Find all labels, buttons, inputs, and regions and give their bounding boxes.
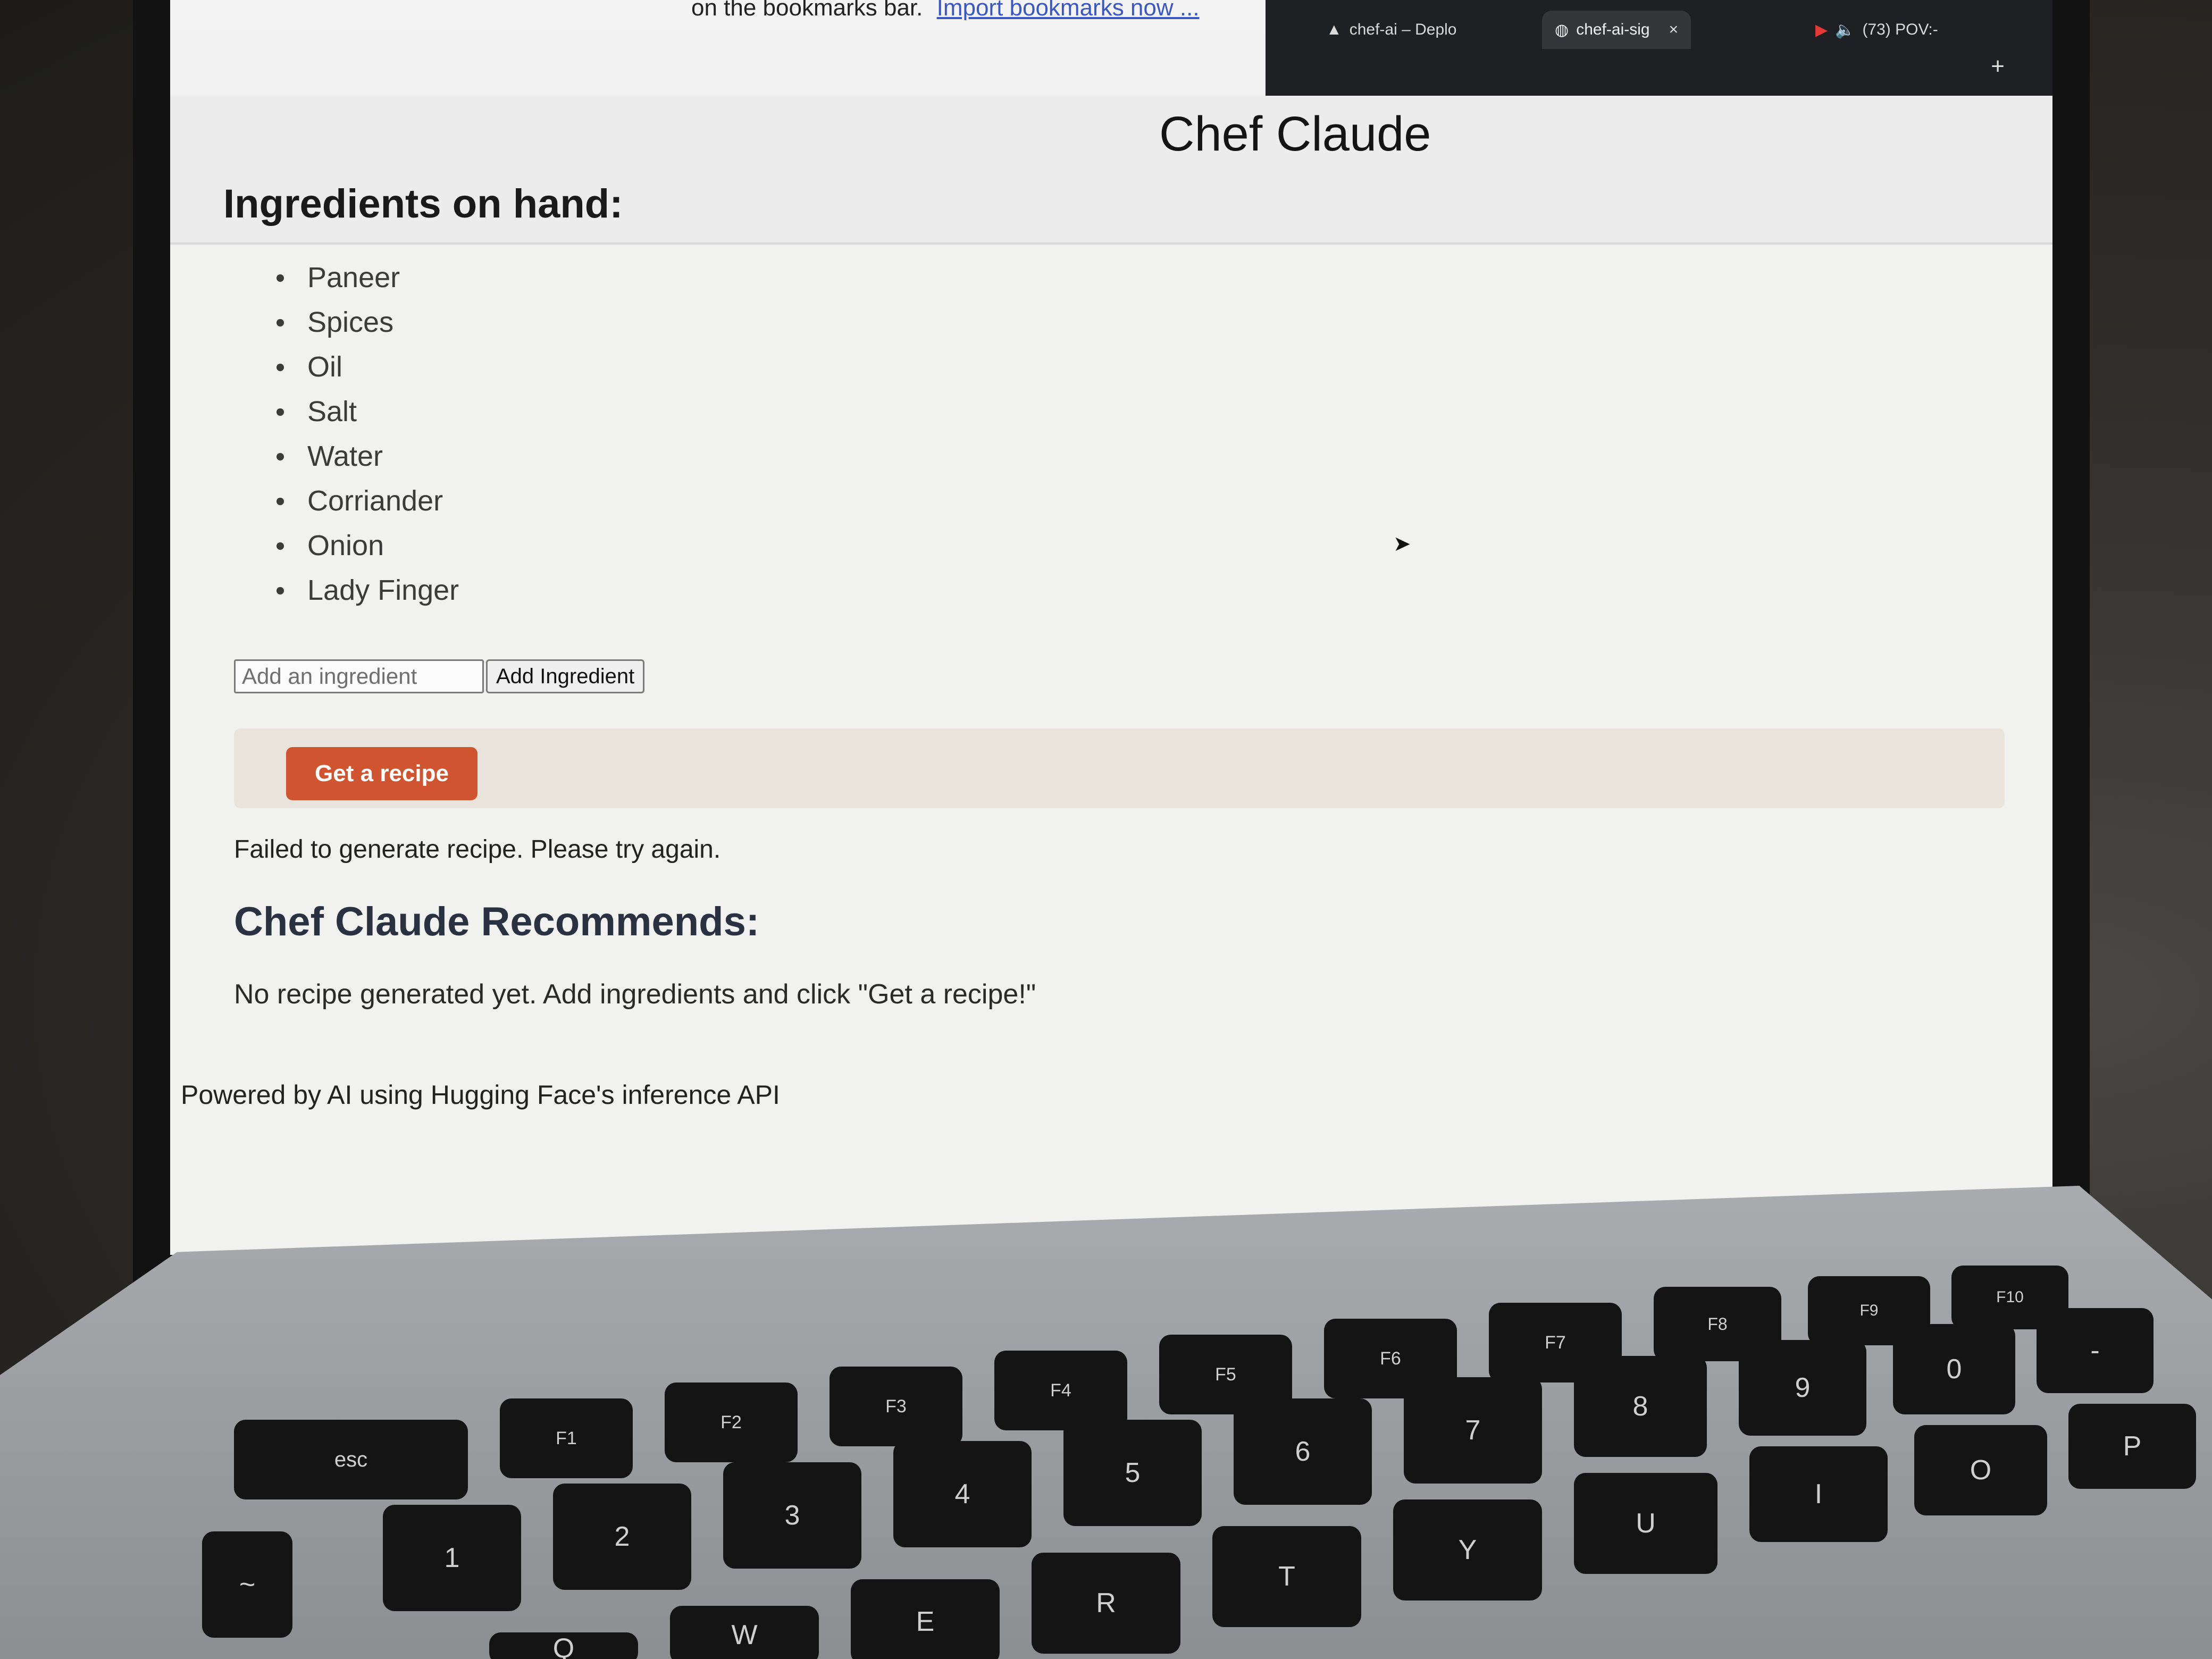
- key-e: E: [851, 1579, 1000, 1659]
- key-w: W: [670, 1606, 819, 1659]
- list-item: Onion: [276, 523, 459, 568]
- list-item: Spices: [276, 300, 459, 345]
- photo-background: on the bookmarks bar. Import bookmarks n…: [0, 0, 2212, 1659]
- recommends-heading: Chef Claude Recommends:: [234, 899, 760, 944]
- key-q: Q: [489, 1632, 638, 1659]
- keyboard: esc F1 F2 F3 F4 F5 F6 F7 F8 F9 F10 ~ 1 2…: [170, 1266, 2212, 1659]
- list-item: Salt: [276, 389, 459, 434]
- tab-youtube[interactable]: ▶ 🔈 (73) POV:-: [1803, 11, 1951, 49]
- key-f4: F4: [994, 1351, 1127, 1430]
- web-page: Chef Claude Ingredients on hand: Paneer …: [170, 96, 2052, 1255]
- tab-chef-ai-active[interactable]: ◍ chef-ai-sig ×: [1542, 11, 1691, 49]
- key-4: 4: [893, 1441, 1032, 1547]
- key-p: P: [2068, 1404, 2196, 1489]
- key-r: R: [1032, 1553, 1180, 1654]
- key-i: I: [1749, 1446, 1888, 1542]
- footer-text: Powered by AI using Hugging Face's infer…: [181, 1080, 780, 1110]
- tab-label: (73) POV:-: [1862, 21, 1938, 38]
- speaker-icon: 🔈: [1835, 21, 1855, 39]
- site-title: Chef Claude: [1159, 107, 1431, 161]
- tab-chef-ai-deploy[interactable]: ▲ chef-ai – Deplo: [1313, 11, 1470, 49]
- youtube-icon: ▶: [1815, 21, 1828, 39]
- key-8: 8: [1574, 1356, 1707, 1457]
- ingredients-list: Paneer Spices Oil Salt Water Corriander …: [276, 255, 459, 613]
- key-0: 0: [1893, 1324, 2015, 1414]
- bookmarks-bar-text: on the bookmarks bar.: [691, 0, 923, 21]
- tab-label: chef-ai-sig: [1576, 21, 1650, 38]
- globe-icon: ◍: [1555, 21, 1569, 39]
- key-2: 2: [553, 1484, 691, 1590]
- key-3: 3: [723, 1462, 861, 1569]
- get-recipe-container: [234, 728, 2005, 808]
- key-y: Y: [1393, 1499, 1542, 1601]
- list-item: Paneer: [276, 255, 459, 300]
- tab-label: chef-ai – Deplo: [1349, 21, 1457, 38]
- key-esc: esc: [234, 1420, 468, 1499]
- key-6: 6: [1234, 1398, 1372, 1505]
- list-item: Water: [276, 434, 459, 479]
- error-message: Failed to generate recipe. Please try ag…: [234, 835, 721, 864]
- list-item: Corriander: [276, 479, 459, 523]
- key-1: 1: [383, 1505, 521, 1611]
- key-o: O: [1914, 1425, 2047, 1515]
- key-tilde: ~: [202, 1531, 292, 1638]
- get-recipe-button[interactable]: Get a recipe: [286, 747, 477, 800]
- vercel-icon: ▲: [1326, 21, 1342, 38]
- key-9: 9: [1739, 1340, 1866, 1436]
- ingredient-input[interactable]: [234, 659, 484, 693]
- close-tab-icon[interactable]: ×: [1669, 21, 1679, 39]
- list-item: Lady Finger: [276, 568, 459, 613]
- key-7: 7: [1404, 1377, 1542, 1484]
- key-f3: F3: [830, 1367, 962, 1446]
- laptop-screen: on the bookmarks bar. Import bookmarks n…: [170, 0, 2052, 1255]
- bookmarks-bar: on the bookmarks bar. Import bookmarks n…: [691, 0, 1200, 21]
- key-f2: F2: [665, 1382, 798, 1462]
- key-minus: -: [2037, 1308, 2154, 1393]
- list-item: Oil: [276, 345, 459, 389]
- key-u: U: [1574, 1473, 1717, 1574]
- add-ingredient-form: Add Ingredient: [234, 659, 645, 693]
- ingredients-heading: Ingredients on hand:: [223, 181, 623, 227]
- import-bookmarks-link[interactable]: Import bookmarks now ...: [937, 0, 1200, 21]
- mouse-cursor-icon: ➤: [1393, 532, 1411, 556]
- new-tab-button[interactable]: +: [1991, 53, 2005, 80]
- no-recipe-text: No recipe generated yet. Add ingredients…: [234, 979, 1036, 1010]
- key-5: 5: [1063, 1420, 1202, 1526]
- add-ingredient-button[interactable]: Add Ingredient: [486, 659, 645, 693]
- key-f1: F1: [500, 1398, 633, 1478]
- key-t: T: [1212, 1526, 1361, 1627]
